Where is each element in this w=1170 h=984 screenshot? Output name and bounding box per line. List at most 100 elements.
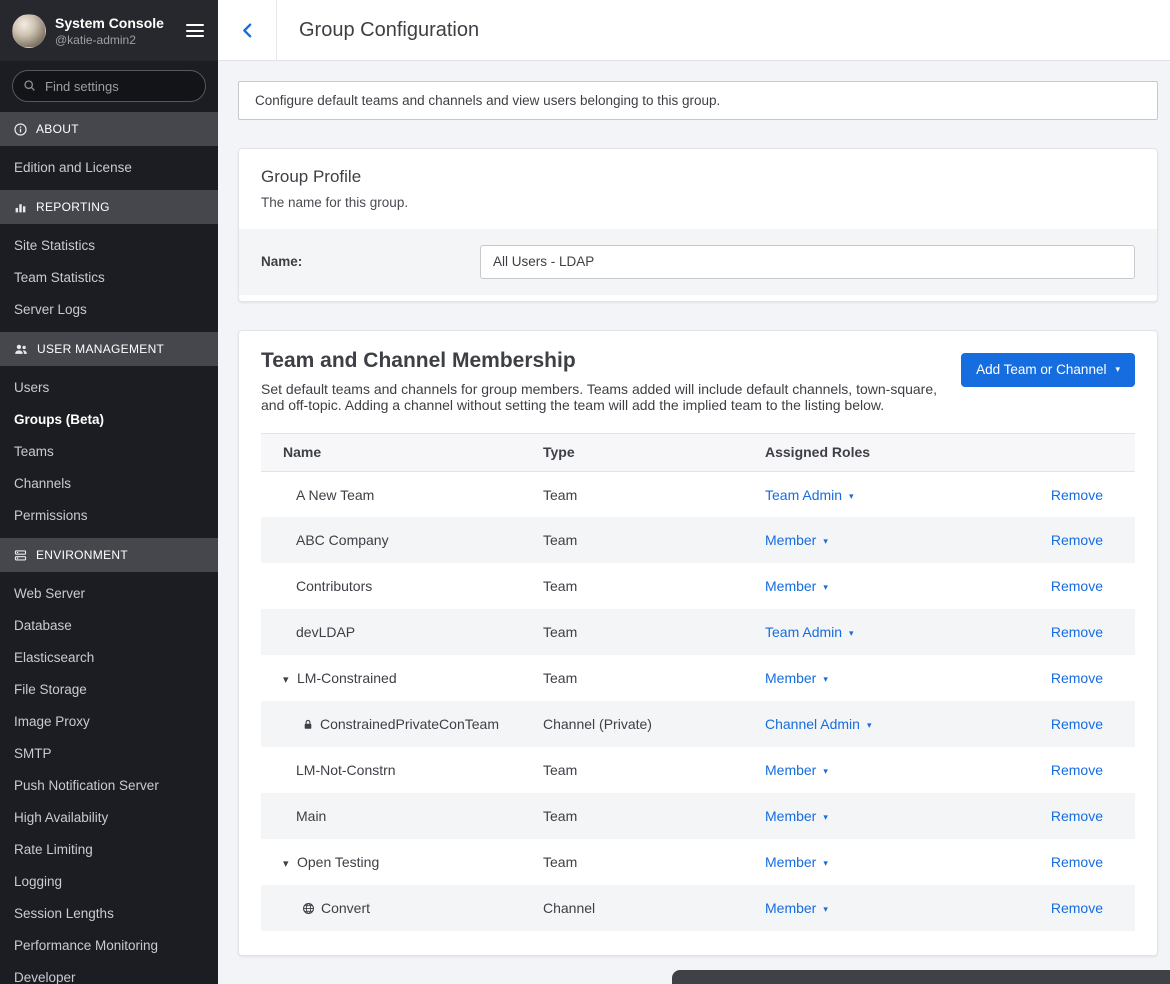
sidebar-item-logging[interactable]: Logging xyxy=(0,866,218,898)
sidebar-group-user-management: UsersGroups (Beta)TeamsChannelsPermissio… xyxy=(0,366,218,538)
role-dropdown[interactable]: Member▾ xyxy=(765,532,828,548)
sidebar-item-users[interactable]: Users xyxy=(0,372,218,404)
sidebar-section-environment: ENVIRONMENT xyxy=(0,538,218,572)
remove-link[interactable]: Remove xyxy=(1051,716,1103,732)
back-button[interactable] xyxy=(218,0,277,60)
row-name-cell: ▾LM-Constrained xyxy=(261,655,543,701)
sidebar-item-permissions[interactable]: Permissions xyxy=(0,500,218,532)
remove-link[interactable]: Remove xyxy=(1051,532,1103,548)
role-dropdown[interactable]: Member▾ xyxy=(765,670,828,686)
sidebar-item-performance-monitoring[interactable]: Performance Monitoring xyxy=(0,930,218,962)
remove-link[interactable]: Remove xyxy=(1051,487,1103,503)
add-team-channel-button[interactable]: Add Team or Channel ▾ xyxy=(961,353,1135,387)
group-name-input[interactable] xyxy=(480,245,1135,279)
sidebar-item-database[interactable]: Database xyxy=(0,610,218,642)
sidebar-item-teams[interactable]: Teams xyxy=(0,436,218,468)
sidebar-item-elasticsearch[interactable]: Elasticsearch xyxy=(0,642,218,674)
sidebar-section-about: ABOUT xyxy=(0,112,218,146)
sidebar-item-developer[interactable]: Developer xyxy=(0,962,218,984)
sidebar-item-groups-beta[interactable]: Groups (Beta) xyxy=(0,404,218,436)
sidebar-item-edition-and-license[interactable]: Edition and License xyxy=(0,152,218,184)
sidebar-section-label: ENVIRONMENT xyxy=(36,548,128,562)
row-type: Team xyxy=(543,609,765,655)
console-identity: System Console @katie-admin2 xyxy=(55,15,175,47)
avatar[interactable] xyxy=(12,14,46,48)
row-type: Team xyxy=(543,563,765,609)
group-profile-header: Group Profile The name for this group. xyxy=(239,149,1157,229)
row-name: ConstrainedPrivateConTeam xyxy=(320,716,499,732)
row-role-cell: Member▾ xyxy=(765,839,975,885)
row-role-cell: Team Admin▾ xyxy=(765,609,975,655)
row-remove-cell: Remove xyxy=(975,609,1135,655)
membership-header-text: Team and Channel Membership Set default … xyxy=(261,349,941,413)
row-remove-cell: Remove xyxy=(975,517,1135,563)
sidebar-item-high-availability[interactable]: High Availability xyxy=(0,802,218,834)
role-dropdown[interactable]: Channel Admin▾ xyxy=(765,716,871,732)
remove-link[interactable]: Remove xyxy=(1051,624,1103,640)
info-icon xyxy=(14,123,27,136)
row-type: Team xyxy=(543,747,765,793)
column-header-name: Name xyxy=(261,433,543,471)
sidebar-header: System Console @katie-admin2 xyxy=(0,0,218,61)
remove-link[interactable]: Remove xyxy=(1051,670,1103,686)
role-dropdown[interactable]: Member▾ xyxy=(765,900,828,916)
role-dropdown[interactable]: Member▾ xyxy=(765,578,828,594)
row-remove-cell: Remove xyxy=(975,747,1135,793)
remove-link[interactable]: Remove xyxy=(1051,900,1103,916)
row-name: Open Testing xyxy=(297,854,379,870)
table-row: A New Team TeamTeam Admin▾ Remove xyxy=(261,471,1135,517)
membership-table-wrap: NameTypeAssigned Roles A New TeamTeamTea… xyxy=(239,421,1157,956)
table-row: LM-Not-Constrn TeamMember▾ Remove xyxy=(261,747,1135,793)
sidebar-item-channels[interactable]: Channels xyxy=(0,468,218,500)
globe-icon xyxy=(302,900,315,916)
table-row: ▾LM-ConstrainedTeamMember▾Remove xyxy=(261,655,1135,701)
row-type: Team xyxy=(543,517,765,563)
row-name-cell: ABC Company xyxy=(261,517,543,563)
role-dropdown[interactable]: Member▾ xyxy=(765,854,828,870)
role-dropdown[interactable]: Team Admin▾ xyxy=(765,624,854,640)
remove-link[interactable]: Remove xyxy=(1051,578,1103,594)
sidebar-item-push-notification-server[interactable]: Push Notification Server xyxy=(0,770,218,802)
role-dropdown[interactable]: Member▾ xyxy=(765,808,828,824)
collapse-toggle-icon[interactable]: ▾ xyxy=(283,857,297,870)
row-name-cell: Main xyxy=(261,793,543,839)
sidebar-section-label: USER MANAGEMENT xyxy=(37,342,164,356)
role-dropdown[interactable]: Team Admin▾ xyxy=(765,487,854,503)
sidebar-item-site-statistics[interactable]: Site Statistics xyxy=(0,230,218,262)
row-type: Team xyxy=(543,839,765,885)
membership-table-body: A New TeamTeamTeam Admin▾RemoveABC Compa… xyxy=(261,471,1135,931)
remove-link[interactable]: Remove xyxy=(1051,854,1103,870)
row-role-cell: Member▾ xyxy=(765,655,975,701)
table-row: ABC CompanyTeamMember▾ Remove xyxy=(261,517,1135,563)
sidebar-item-team-statistics[interactable]: Team Statistics xyxy=(0,262,218,294)
sidebar: System Console @katie-admin2 ABOUT Editio… xyxy=(0,0,218,984)
sidebar-item-image-proxy[interactable]: Image Proxy xyxy=(0,706,218,738)
row-remove-cell: Remove xyxy=(975,793,1135,839)
sidebar-section-label: REPORTING xyxy=(36,200,110,214)
remove-link[interactable]: Remove xyxy=(1051,808,1103,824)
menu-icon[interactable] xyxy=(184,17,206,45)
membership-table: NameTypeAssigned Roles A New TeamTeamTea… xyxy=(261,433,1135,932)
remove-link[interactable]: Remove xyxy=(1051,762,1103,778)
sidebar-item-session-lengths[interactable]: Session Lengths xyxy=(0,898,218,930)
collapse-toggle-icon[interactable]: ▾ xyxy=(283,673,297,686)
sidebar-item-server-logs[interactable]: Server Logs xyxy=(0,294,218,326)
row-name: LM-Not-Constrn xyxy=(296,762,396,778)
row-role-cell: Member▾ xyxy=(765,747,975,793)
row-name-cell: devLDAP xyxy=(261,609,543,655)
sidebar-item-smtp[interactable]: SMTP xyxy=(0,738,218,770)
row-name: devLDAP xyxy=(296,624,355,640)
row-name-cell: A New Team xyxy=(261,471,543,517)
row-name: A New Team xyxy=(296,487,374,503)
search-icon xyxy=(23,79,36,92)
sidebar-item-file-storage[interactable]: File Storage xyxy=(0,674,218,706)
sidebar-item-web-server[interactable]: Web Server xyxy=(0,578,218,610)
row-type: Team xyxy=(543,471,765,517)
caret-down-icon: ▾ xyxy=(1115,365,1120,374)
sidebar-section-user-management: USER MANAGEMENT xyxy=(0,332,218,366)
sidebar-item-rate-limiting[interactable]: Rate Limiting xyxy=(0,834,218,866)
membership-header: Team and Channel Membership Set default … xyxy=(239,331,1157,421)
role-dropdown[interactable]: Member▾ xyxy=(765,762,828,778)
search-input[interactable] xyxy=(12,70,206,102)
caret-down-icon: ▾ xyxy=(849,628,854,638)
